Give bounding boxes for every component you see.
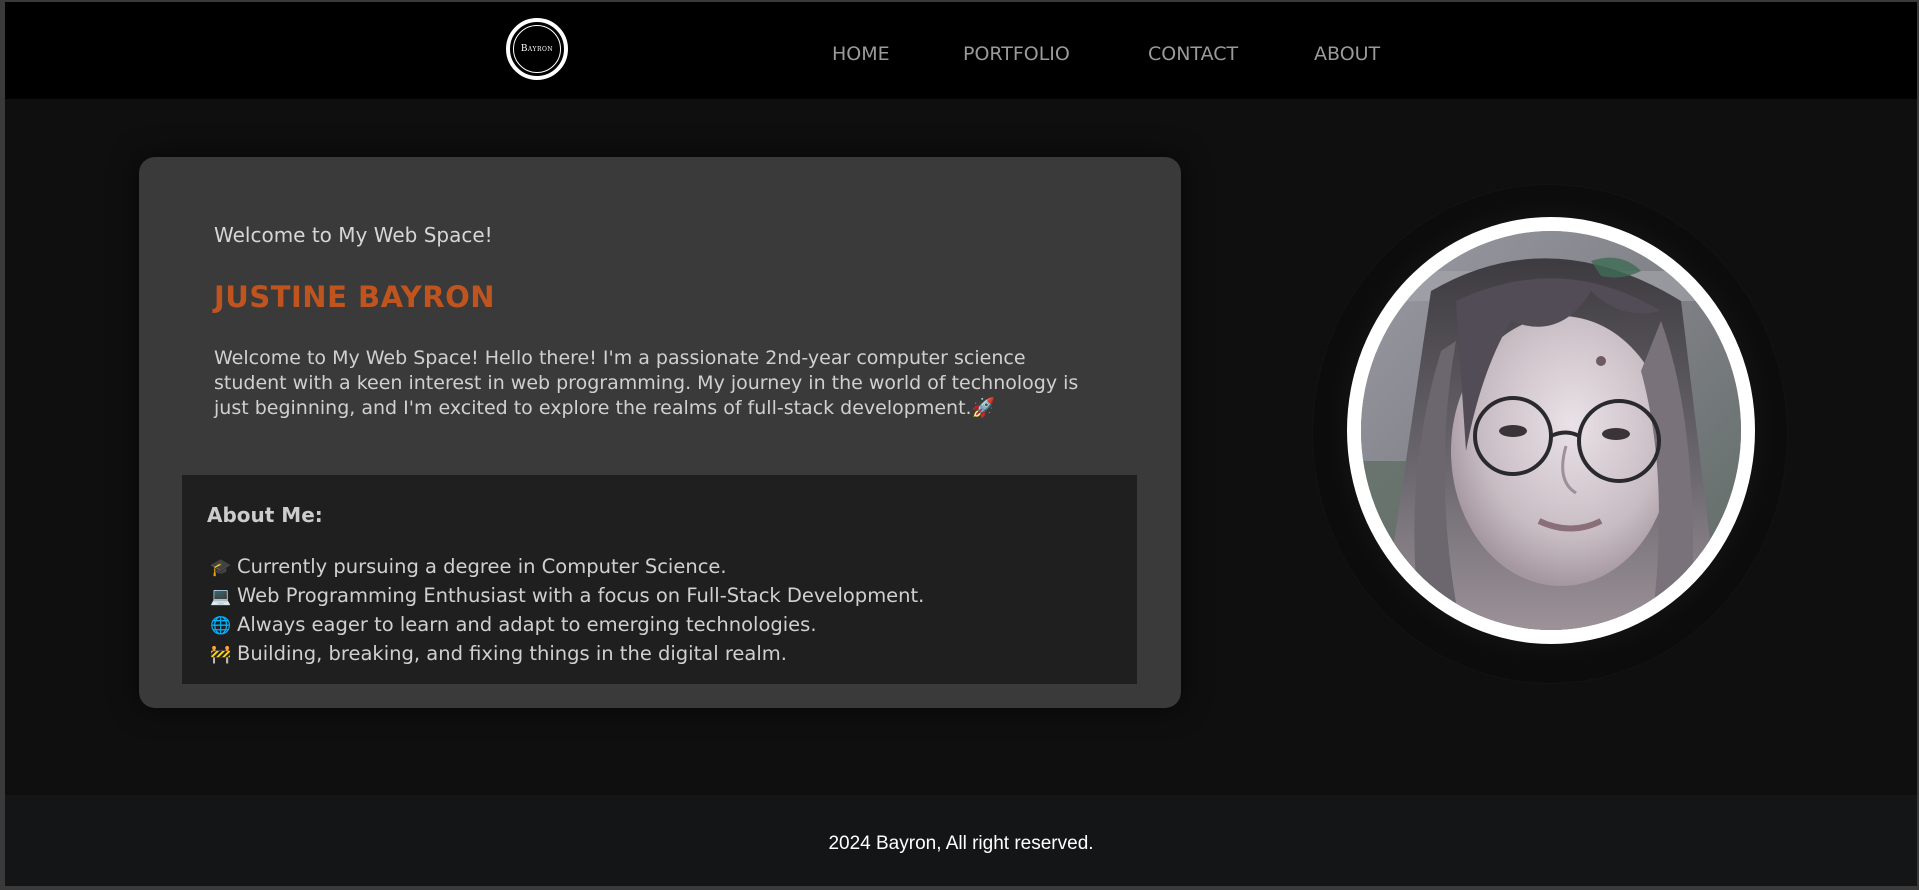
about-me-box: About Me: 🎓 Currently pursuing a degree i… (182, 475, 1137, 684)
list-item-text: Web Programming Enthusiast with a focus … (237, 584, 925, 607)
nav-contact[interactable]: CONTACT (1148, 42, 1238, 66)
profile-photo-illustration (1361, 231, 1741, 630)
greeting-text: Welcome to My Web Space! (214, 223, 493, 247)
list-item: 🚧 Building, breaking, and fixing things i… (210, 640, 924, 669)
copyright-text: 2024 Bayron, All right reserved. (828, 833, 1094, 854)
site-footer: 2024 Bayron, All right reserved. (5, 795, 1917, 886)
graduation-cap-icon: 🎓 (210, 558, 232, 578)
list-item: 💻 Web Programming Enthusiast with a focus… (210, 582, 924, 611)
page-frame: Bayron HOME PORTFOLIO CONTACT ABOUT Welc… (5, 2, 1917, 886)
intro-paragraph: Welcome to My Web Space! Hello there! I'… (214, 346, 1084, 421)
list-item-text: Always eager to learn and adapt to emerg… (237, 613, 817, 636)
profile-photo (1361, 231, 1741, 630)
page-title: JUSTINE BAYRON (214, 280, 495, 314)
intro-text: Welcome to My Web Space! Hello there! I'… (214, 347, 1079, 419)
list-item: 🎓 Currently pursuing a degree in Computer… (210, 553, 924, 582)
about-me-title: About Me: (207, 503, 323, 527)
nav-about[interactable]: ABOUT (1314, 42, 1380, 66)
globe-icon: 🌐 (210, 616, 232, 636)
nav-portfolio[interactable]: PORTFOLIO (963, 42, 1070, 66)
about-me-list: 🎓 Currently pursuing a degree in Computer… (210, 553, 924, 669)
construction-icon: 🚧 (210, 645, 232, 665)
list-item-text: Currently pursuing a degree in Computer … (237, 555, 727, 578)
nav-home[interactable]: HOME (832, 42, 890, 66)
laptop-icon: 💻 (210, 587, 232, 607)
main-nav: HOME PORTFOLIO CONTACT ABOUT (5, 42, 1917, 66)
profile-photo-frame (1347, 217, 1755, 644)
rocket-icon: 🚀 (971, 397, 996, 419)
intro-card: Welcome to My Web Space! JUSTINE BAYRON … (139, 157, 1181, 708)
list-item-text: Building, breaking, and fixing things in… (237, 642, 787, 665)
list-item: 🌐 Always eager to learn and adapt to emer… (210, 611, 924, 640)
site-header: Bayron HOME PORTFOLIO CONTACT ABOUT (5, 2, 1917, 99)
